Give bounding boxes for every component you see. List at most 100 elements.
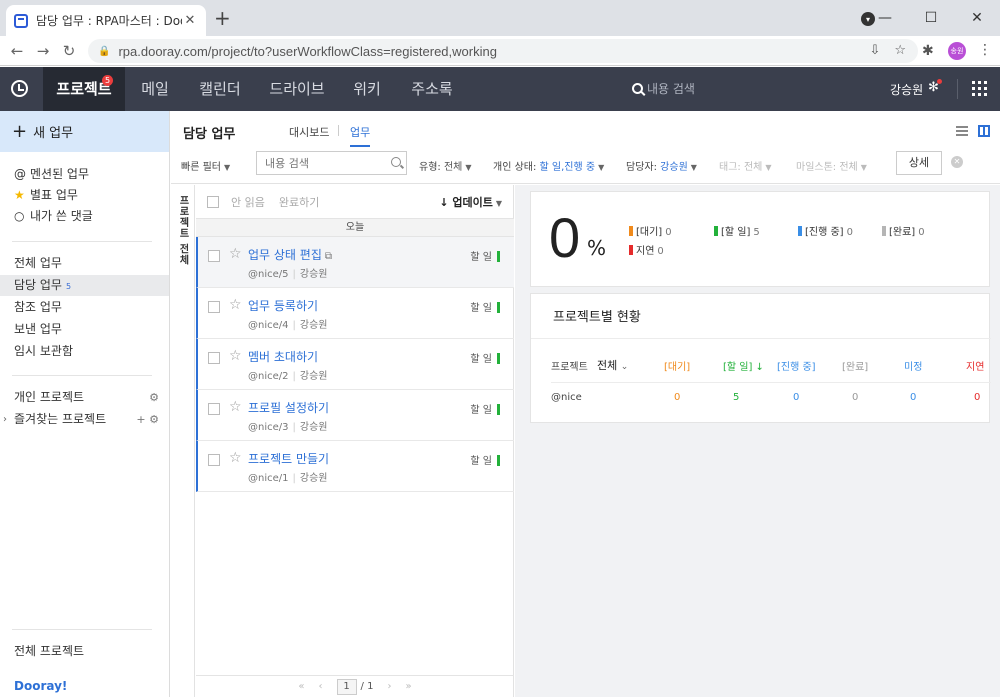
- sidebar-item-cc-tasks[interactable]: 참조 업무: [0, 297, 169, 318]
- select-all-checkbox[interactable]: [207, 195, 219, 208]
- nav-project[interactable]: 프로젝트 5: [43, 67, 125, 111]
- mark-unread-button[interactable]: 안 읽음: [231, 194, 265, 210]
- nav-wiki[interactable]: 위키: [343, 67, 391, 111]
- tab-dashboard[interactable]: 대시보드: [289, 124, 329, 140]
- url-input[interactable]: 🔒 rpa.dooray.com/project/to?userWorkflow…: [88, 39, 918, 63]
- col-undecided[interactable]: 미정: [904, 358, 922, 373]
- star-outline-icon[interactable]: ☆: [229, 450, 242, 466]
- sidebar-item-assigned-tasks[interactable]: 담당 업무 5: [0, 275, 169, 296]
- task-title[interactable]: 프로필 설정하기: [248, 399, 329, 416]
- search-icon[interactable]: [391, 157, 401, 167]
- table-row[interactable]: ☆ 업무 등록하기 @nice/4 | 강승원 할 일: [196, 288, 514, 339]
- status-filter-value: 할 일,진행 중: [539, 162, 596, 173]
- gear-icon[interactable]: ⚙: [149, 387, 159, 408]
- reload-icon[interactable]: ↻: [56, 42, 82, 60]
- profile-avatar[interactable]: 송원: [948, 42, 966, 60]
- star-outline-icon[interactable]: ☆: [229, 348, 242, 364]
- stat-value: 0: [846, 227, 853, 238]
- nav-calendar[interactable]: 캘린더: [192, 67, 248, 111]
- split-view-icon[interactable]: [978, 125, 990, 137]
- window-close-icon[interactable]: ✕: [954, 0, 1000, 36]
- nav-mail[interactable]: 메일: [130, 67, 180, 111]
- task-checkbox[interactable]: [208, 403, 220, 415]
- table-row[interactable]: ☆ 프로필 설정하기 @nice/3 | 강승원 할 일: [196, 390, 514, 441]
- user-name[interactable]: 강승원: [890, 81, 923, 98]
- back-icon[interactable]: ←: [4, 42, 30, 60]
- col-delayed[interactable]: 지연: [966, 358, 984, 373]
- project-name[interactable]: @nice: [551, 392, 582, 403]
- task-title[interactable]: 업무 등록하기: [248, 297, 318, 314]
- content-search-input[interactable]: [256, 151, 407, 175]
- external-link-icon[interactable]: ⧉: [325, 251, 332, 262]
- sidebar-item-personal-project[interactable]: 개인 프로젝트 ⚙: [0, 387, 169, 408]
- forward-icon[interactable]: →: [30, 42, 56, 60]
- add-gear-icons[interactable]: + ⚙: [136, 409, 159, 430]
- table-row[interactable]: ☆ 프로젝트 만들기 @nice/1 | 강승원 할 일: [196, 441, 514, 492]
- chevron-right-icon[interactable]: ›: [3, 409, 7, 430]
- list-view-icon[interactable]: [956, 126, 968, 136]
- new-tab-icon[interactable]: +: [214, 8, 231, 28]
- sidebar-item-all-tasks[interactable]: 전체 업무: [0, 253, 169, 274]
- clear-filter-icon[interactable]: ✕: [951, 156, 963, 168]
- stat-waiting: [대기] 0: [629, 223, 672, 238]
- sidebar-item-my-comments[interactable]: ○ 내가 쓴 댓글: [0, 206, 169, 227]
- col-in-progress[interactable]: [진행 중]: [777, 358, 816, 373]
- minimize-icon[interactable]: —: [862, 0, 908, 36]
- star-outline-icon[interactable]: ☆: [229, 399, 242, 415]
- value-waiting: 0: [674, 392, 681, 403]
- extensions-icon[interactable]: ✱: [922, 43, 934, 59]
- type-filter[interactable]: 유형: 전체 ▼: [419, 158, 472, 173]
- sidebar-item-drafts[interactable]: 임시 보관함: [0, 341, 169, 362]
- sidebar-item-starred[interactable]: ★ 별표 업무: [0, 185, 169, 206]
- project-filter-dropdown[interactable]: 전체 ⌄: [597, 357, 628, 373]
- group-header-today: 오늘: [196, 218, 514, 237]
- detail-button[interactable]: 상세: [896, 151, 942, 175]
- browser-tab[interactable]: 담당 업무 : RPA마스터 : Dooray! ✕: [6, 5, 206, 36]
- clock-icon[interactable]: [11, 80, 28, 97]
- next-page-icon[interactable]: ›: [387, 681, 391, 692]
- table-row[interactable]: ☆ 업무 상태 편집 ⧉ @nice/5 | 강승원 할 일: [196, 237, 514, 288]
- task-title[interactable]: 멤버 초대하기: [248, 348, 318, 365]
- col-waiting[interactable]: [대기]: [664, 358, 690, 373]
- project-scope-tab[interactable]: 프로젝트 전체: [171, 185, 195, 697]
- apps-grid-icon[interactable]: [972, 81, 987, 96]
- assignee-filter[interactable]: 담당자: 강승원 ▼: [626, 158, 697, 173]
- nav-address-book[interactable]: 주소록: [402, 67, 462, 111]
- sidebar-item-favorite-projects[interactable]: › 즐겨찾는 프로젝트 + ⚙: [0, 409, 169, 430]
- close-tab-icon[interactable]: ✕: [182, 13, 198, 28]
- first-page-icon[interactable]: «: [298, 681, 304, 692]
- quick-filter-dropdown[interactable]: 빠른 필터 ▼: [181, 158, 230, 173]
- bookmark-star-icon[interactable]: ☆: [894, 43, 906, 58]
- task-checkbox[interactable]: [208, 250, 220, 262]
- complete-button[interactable]: 완료하기: [279, 194, 319, 210]
- star-outline-icon[interactable]: ☆: [229, 297, 242, 313]
- status-filter[interactable]: 개인 상태: 할 일,진행 중 ▼: [493, 158, 604, 173]
- page-number-input[interactable]: 1: [336, 678, 357, 695]
- milestone-filter[interactable]: 마일스톤: 전체 ▼: [796, 158, 867, 173]
- tab-tasks[interactable]: 업무: [350, 124, 371, 147]
- col-done[interactable]: [완료]: [842, 358, 868, 373]
- task-checkbox[interactable]: [208, 454, 220, 466]
- sort-dropdown[interactable]: ↓ 업데이트 ▼: [439, 194, 502, 210]
- task-checkbox[interactable]: [208, 301, 220, 313]
- browser-menu-icon[interactable]: ⋮: [978, 42, 992, 58]
- app-search[interactable]: 내용 검색: [632, 80, 695, 97]
- tag-filter[interactable]: 태그: 전체 ▼: [719, 158, 772, 173]
- nav-drive[interactable]: 드라이브: [262, 67, 332, 111]
- maximize-icon[interactable]: ☐: [908, 0, 954, 36]
- table-row[interactable]: ☆ 멤버 초대하기 @nice/2 | 강승원 할 일: [196, 339, 514, 390]
- sidebar-item-sent-tasks[interactable]: 보낸 업무: [0, 319, 169, 340]
- task-title[interactable]: 프로젝트 만들기: [248, 450, 329, 467]
- arrow-down-icon: ↓: [439, 196, 453, 209]
- prev-page-icon[interactable]: ‹: [319, 681, 323, 692]
- new-task-button[interactable]: + 새 업무: [0, 111, 169, 152]
- settings-gear-icon[interactable]: ✻: [928, 79, 942, 95]
- install-icon[interactable]: ⇩: [869, 43, 880, 58]
- col-todo[interactable]: [할 일] ↓: [723, 358, 764, 373]
- task-checkbox[interactable]: [208, 352, 220, 364]
- sidebar-item-mentioned[interactable]: @ 멘션된 업무: [0, 164, 169, 185]
- last-page-icon[interactable]: »: [405, 681, 411, 692]
- star-outline-icon[interactable]: ☆: [229, 246, 242, 262]
- task-title[interactable]: 업무 상태 편집 ⧉: [248, 246, 332, 263]
- sidebar-item-all-projects[interactable]: 전체 프로젝트: [0, 641, 169, 662]
